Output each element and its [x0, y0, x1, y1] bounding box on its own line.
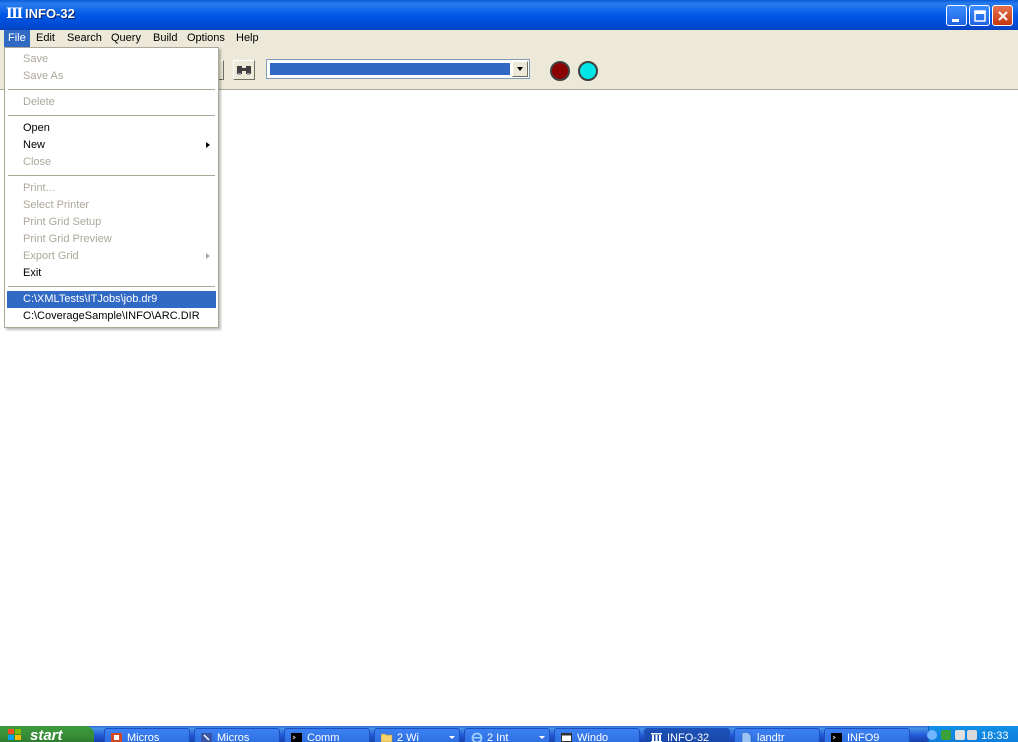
go-button[interactable]	[578, 61, 598, 81]
tray-app-icon[interactable]	[941, 730, 951, 740]
menu-item-export-grid[interactable]: Export Grid	[7, 248, 216, 265]
close-icon	[998, 11, 1008, 21]
maximize-button[interactable]	[969, 5, 990, 26]
chevron-down-icon	[449, 736, 455, 739]
taskbar-button-internet-group[interactable]: 2 Int	[464, 728, 550, 742]
maximize-icon	[974, 10, 986, 22]
menu-item-close[interactable]: Close	[7, 154, 216, 171]
taskbar-button-powerpoint[interactable]: Micros	[104, 728, 190, 742]
columns-icon	[651, 733, 662, 742]
menu-item-save[interactable]: Save	[7, 51, 216, 68]
find-button[interactable]	[233, 60, 255, 80]
submenu-arrow-icon	[206, 142, 210, 148]
console-icon	[831, 733, 842, 742]
menu-search[interactable]: Search	[63, 30, 106, 48]
menu-item-print-grid-preview[interactable]: Print Grid Preview	[7, 231, 216, 248]
menu-file[interactable]: File	[4, 30, 30, 48]
menu-item-new[interactable]: New	[7, 137, 216, 154]
query-combo[interactable]	[266, 59, 530, 79]
menu-bar: File Edit Search Query Build Options Hel…	[0, 30, 1018, 48]
menu-item-print[interactable]: Print...	[7, 180, 216, 197]
menu-edit[interactable]: Edit	[32, 30, 59, 48]
menu-item-exit[interactable]: Exit	[7, 265, 216, 282]
title-bar: Ⅲ INFO-32	[0, 0, 1018, 30]
document-icon	[741, 732, 752, 742]
menu-separator	[8, 115, 215, 116]
taskbar-button-command[interactable]: Comm	[284, 728, 370, 742]
tray-expand-icon[interactable]	[927, 730, 937, 740]
system-tray: 18:33	[927, 726, 1018, 742]
menu-separator	[8, 175, 215, 176]
chevron-down-icon	[517, 67, 523, 71]
taskbar-button-landtr[interactable]: landtr	[734, 728, 820, 742]
menu-help[interactable]: Help	[232, 30, 263, 48]
window-title: INFO-32	[25, 6, 75, 21]
binoculars-icon	[237, 66, 251, 75]
taskbar-button-info9[interactable]: INFO9	[824, 728, 910, 742]
menu-item-print-grid-setup[interactable]: Print Grid Setup	[7, 214, 216, 231]
tray-volume-icon[interactable]	[967, 730, 977, 740]
powerpoint-icon	[111, 733, 122, 742]
windows-flag-icon	[8, 729, 21, 740]
menu-options[interactable]: Options	[183, 30, 229, 48]
window-icon	[561, 733, 572, 742]
menu-separator	[8, 286, 215, 287]
taskbar-button-window[interactable]: Windo	[554, 728, 640, 742]
combo-value	[270, 63, 510, 75]
menu-build[interactable]: Build	[149, 30, 181, 48]
menu-item-delete[interactable]: Delete	[7, 94, 216, 111]
minimize-icon	[952, 19, 959, 22]
menu-separator	[8, 89, 215, 90]
menu-item-select-printer[interactable]: Select Printer	[7, 197, 216, 214]
start-label: start	[30, 727, 63, 742]
taskbar: start Micros Micros Comm 2 Wi 2 Int Wind…	[0, 726, 1018, 742]
clock: 18:33	[981, 730, 1009, 742]
minimize-button[interactable]	[946, 5, 967, 26]
menu-query[interactable]: Query	[107, 30, 145, 48]
menu-item-recent-1[interactable]: C:\XMLTests\ITJobs\job.dr9	[7, 291, 216, 308]
close-button[interactable]	[992, 5, 1013, 26]
menu-item-save-as[interactable]: Save As	[7, 68, 216, 85]
file-menu: Save Save As Delete Open New Close Print…	[4, 47, 219, 328]
taskbar-button-visio[interactable]: Micros	[194, 728, 280, 742]
console-icon	[291, 733, 302, 742]
chevron-down-icon	[539, 736, 545, 739]
start-button[interactable]: start	[0, 726, 94, 742]
ie-icon	[471, 732, 483, 742]
taskbar-button-explorer-group[interactable]: 2 Wi	[374, 728, 460, 742]
tray-network-icon[interactable]	[955, 730, 965, 740]
taskbar-button-info32[interactable]: INFO-32	[644, 728, 730, 742]
visio-icon	[201, 733, 212, 742]
folder-icon	[381, 733, 393, 742]
combo-dropdown-button[interactable]	[512, 61, 528, 77]
stop-button[interactable]	[550, 61, 570, 81]
menu-item-recent-2[interactable]: C:\CoverageSample\INFO\ARC.DIR	[7, 308, 216, 325]
submenu-arrow-icon	[206, 253, 210, 259]
columns-icon[interactable]: Ⅲ	[6, 7, 23, 21]
menu-item-open[interactable]: Open	[7, 120, 216, 137]
